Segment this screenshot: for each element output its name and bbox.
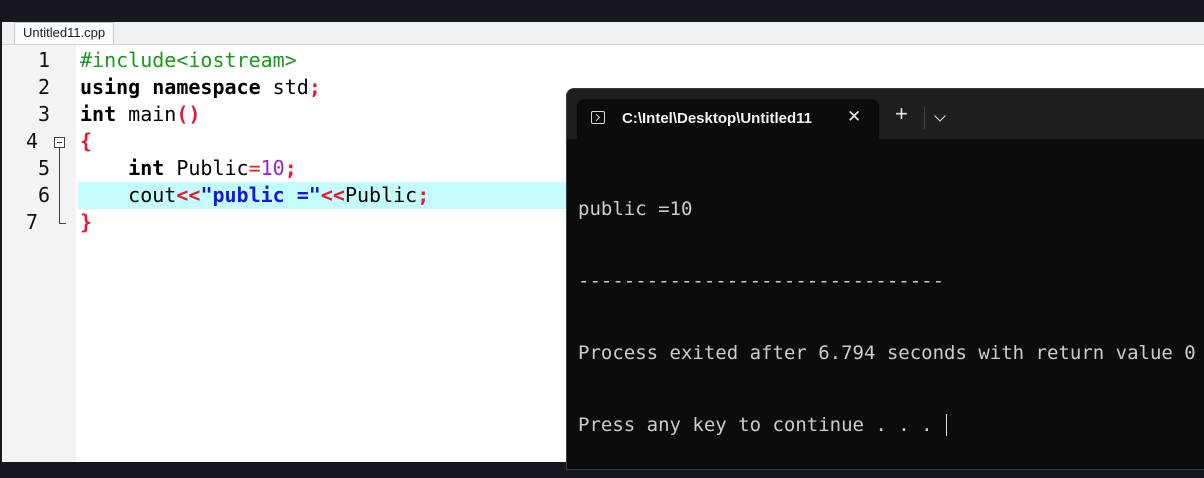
tab-untitled11-cpp[interactable]: Untitled11.cpp — [14, 22, 115, 44]
keyword: using — [80, 75, 141, 99]
identifier: std — [260, 75, 309, 99]
terminal-tab[interactable]: C:\Intel\Desktop\Untitled11 ✕ — [577, 99, 879, 139]
terminal-tab-title: C:\Intel\Desktop\Untitled11 — [622, 110, 813, 127]
identifier: Public — [164, 156, 249, 180]
terminal-output[interactable]: public =10 -----------------------------… — [578, 149, 1204, 469]
terminal-icon — [591, 111, 605, 124]
parentheses: () — [176, 102, 201, 126]
code-line-1[interactable]: #include<iostream> — [80, 47, 297, 74]
prompt-text: Press any key to continue . . . — [578, 414, 945, 436]
code-line-5[interactable]: int Public=10; — [80, 155, 297, 182]
fold-guide — [59, 148, 60, 223]
operator: << — [320, 183, 345, 207]
keyword: int — [80, 102, 117, 126]
string-literal: "public =" — [200, 183, 321, 207]
line-number: 3 — [37, 102, 50, 126]
semicolon: ; — [417, 183, 430, 207]
line-number: 5 — [37, 156, 50, 180]
operator: << — [176, 183, 201, 207]
operator: = — [248, 156, 261, 180]
identifier: Public — [344, 183, 418, 207]
fold-collapse-icon[interactable] — [54, 137, 65, 148]
chevron-down-icon[interactable] — [934, 110, 946, 122]
semicolon: ; — [308, 75, 321, 99]
number-literal: 10 — [260, 156, 285, 180]
code-line-4[interactable]: { — [80, 128, 92, 155]
terminal-window[interactable]: C:\Intel\Desktop\Untitled11 ✕ + public =… — [566, 88, 1204, 470]
line-number: 4 — [25, 129, 38, 153]
title-separator — [924, 107, 925, 129]
text-cursor — [946, 414, 948, 436]
code-line-2[interactable]: using namespace std; — [80, 74, 321, 101]
line-number: 6 — [37, 183, 50, 207]
keyword: namespace — [152, 75, 261, 99]
preprocessor-directive: #include<iostream> — [80, 48, 297, 72]
line-number: 7 — [25, 210, 38, 234]
identifier: cout — [128, 183, 177, 207]
code-line-7[interactable]: } — [80, 209, 92, 236]
terminal-title-bar[interactable]: C:\Intel\Desktop\Untitled11 ✕ + — [567, 89, 1204, 139]
close-tab-icon[interactable]: ✕ — [847, 107, 861, 127]
code-line-6[interactable]: cout<<"public ="<<Public; — [80, 182, 429, 209]
identifier: main — [116, 102, 177, 126]
fold-end-marker — [59, 223, 66, 224]
code-line-3[interactable]: int main() — [80, 101, 200, 128]
line-number: 2 — [37, 75, 50, 99]
editor-tab-bar: Untitled11.cpp — [2, 22, 1204, 45]
output-separator: -------------------------------- — [578, 270, 945, 292]
line-number: 1 — [37, 48, 50, 72]
close-brace: } — [80, 210, 93, 234]
keyword: int — [128, 156, 165, 180]
semicolon: ; — [284, 156, 297, 180]
new-tab-button[interactable]: + — [895, 103, 908, 125]
open-brace: { — [80, 129, 93, 153]
output-line: Press any key to continue . . . — [578, 413, 1204, 437]
output-line: Process exited after 6.794 seconds with … — [578, 342, 1196, 364]
output-line: public =10 — [578, 198, 693, 220]
